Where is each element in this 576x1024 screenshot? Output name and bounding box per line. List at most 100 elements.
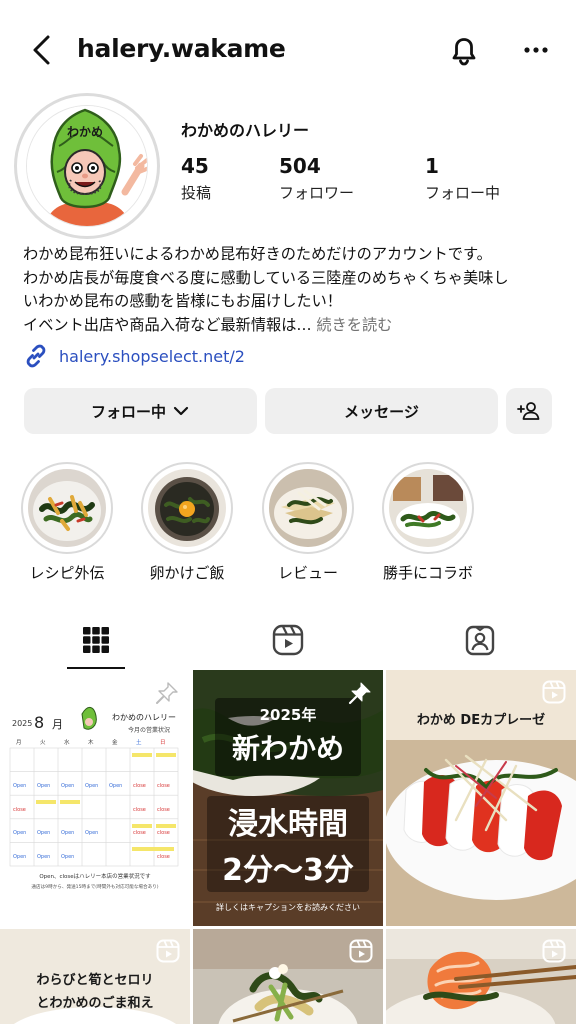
aemono-line2: とわかめのごま和え (36, 995, 153, 1011)
posts-count-label: 投稿 (181, 184, 212, 202)
more-horizontal-icon (524, 47, 548, 53)
post-bamboo-dish[interactable] (193, 929, 383, 1024)
svg-text:close: close (13, 807, 26, 813)
reels-icon (156, 939, 180, 963)
svg-text:Open: Open (109, 783, 122, 789)
profile-tabs (0, 612, 576, 670)
news-title: 新わかめ (232, 732, 344, 765)
news-caption: 詳しくはキャプションをお読みください (216, 902, 360, 912)
highlight-image (269, 469, 347, 547)
svg-text:Open: Open (37, 783, 50, 789)
calendar-weekday: 日 (160, 739, 166, 746)
calendar-weekday: 火 (40, 740, 46, 746)
tab-reels[interactable] (228, 612, 348, 668)
calendar-subtitle: 今月の営業状況 (128, 726, 170, 734)
svg-text:close: close (133, 807, 146, 813)
svg-text:close: close (157, 854, 170, 860)
tagged-person-icon (465, 625, 495, 656)
highlight-collab[interactable]: 勝手にコラボ (381, 462, 475, 582)
following-count-label: フォロー中 (425, 184, 501, 202)
highlight-label: レビュー (277, 564, 338, 582)
avatar: わかめ (26, 105, 148, 227)
post-caprese[interactable]: わかめ DEカプレーゼ (386, 670, 576, 926)
highlight-ring (262, 462, 354, 554)
svg-text:Open: Open (85, 830, 98, 836)
following-button-label: フォロー中 (90, 402, 166, 421)
calendar-weekday: 月 (16, 739, 22, 746)
highlight-tkg[interactable]: 卵かけご飯 (140, 462, 234, 582)
news-line2: 2分〜3分 (222, 853, 354, 888)
posts-count-value: 45 (181, 154, 209, 178)
svg-text:close: close (133, 830, 146, 836)
following-count-value: 1 (425, 154, 439, 178)
svg-text:close: close (157, 830, 170, 836)
post-new-wakame[interactable]: 2025年 新わかめ 浸水時間 2分〜3分 詳しくはキャプションをお読みください (193, 670, 383, 926)
news-line1: 浸水時間 (228, 807, 348, 842)
grid-icon (83, 627, 109, 653)
calendar-year: 2025 (12, 719, 32, 728)
highlight-ring (141, 462, 233, 554)
profile-link-text: halery.shopselect.net/2 (59, 346, 245, 366)
reels-icon (542, 939, 566, 963)
chevron-left-icon (33, 35, 50, 65)
active-tab-indicator (67, 667, 125, 669)
add-person-icon (517, 402, 540, 420)
tab-posts-grid[interactable] (36, 612, 156, 668)
bio-line: わかめ昆布狂いによるわかめ昆布好きのためだけのアカウントです。 (23, 245, 492, 263)
avatar-wakame-text: わかめ (67, 125, 103, 139)
news-year: 2025年 (260, 706, 317, 724)
calendar-month: 8 (34, 713, 44, 732)
back-button[interactable] (22, 30, 62, 70)
bell-icon (452, 38, 476, 66)
highlight-ring (382, 462, 474, 554)
svg-text:Open: Open (61, 783, 74, 789)
followers-count[interactable]: 504 フォロワー (279, 154, 354, 203)
following-count[interactable]: 1 フォロー中 (425, 154, 500, 203)
svg-text:Open: Open (13, 854, 26, 860)
profile-link[interactable]: halery.shopselect.net/2 (23, 343, 245, 369)
posts-count[interactable]: 45 投稿 (181, 154, 211, 203)
followers-count-label: フォロワー (279, 184, 355, 202)
pin-icon (348, 682, 371, 705)
caprese-title: わかめ DEカプレーゼ (417, 712, 545, 728)
bio-line: いわかめ昆布の感動を皆様にもお届けしたい！ (23, 292, 342, 310)
highlight-recipe[interactable]: レシピ外伝 (20, 462, 114, 582)
bio-line: イベント出店や商品入荷など最新情報は… (23, 315, 312, 334)
highlight-image (389, 469, 467, 547)
notifications-button[interactable] (444, 30, 484, 70)
highlight-image (28, 469, 106, 547)
calendar-legend: Open、closeはハレリー本店の営業状況です (39, 872, 151, 880)
post-calendar[interactable]: 2025 8 月 わかめのハレリー 今月の営業状況 月 火 水 木 金 土 日 (0, 670, 190, 926)
chevron-down-icon (173, 406, 189, 416)
posts-grid: 2025 8 月 わかめのハレリー 今月の営業状況 月 火 水 木 金 土 日 (0, 670, 576, 1024)
svg-text:close: close (133, 783, 146, 789)
post-aemono[interactable]: わらびと筍とセロリ とわかめのごま和え (0, 929, 190, 1024)
calendar-brand: わかめのハレリー (112, 713, 176, 722)
svg-text:close: close (157, 783, 170, 789)
suggest-people-button[interactable] (506, 388, 552, 434)
more-options-button[interactable] (516, 30, 556, 70)
calendar-weekday: 水 (64, 738, 70, 746)
highlight-label: レシピ外伝 (29, 564, 105, 582)
bio-line: わかめ店長が毎度食べる度に感動している三陸産のめちゃくちゃ美味し (23, 268, 509, 287)
svg-text:Open: Open (13, 830, 26, 836)
followers-count-value: 504 (279, 154, 321, 178)
bio-more-link[interactable]: 続きを読む (316, 316, 392, 334)
calendar-weekday: 金 (112, 738, 118, 746)
message-button-label: メッセージ (344, 402, 419, 421)
profile-username: halery.wakame (77, 34, 286, 63)
highlight-image (148, 469, 226, 547)
following-button[interactable]: フォロー中 (24, 388, 257, 434)
calendar-month-unit: 月 (52, 718, 63, 731)
post-salmon[interactable] (386, 929, 576, 1024)
svg-text:close: close (157, 807, 170, 813)
reels-icon (349, 939, 373, 963)
svg-text:Open: Open (61, 854, 74, 860)
svg-text:Open: Open (37, 854, 50, 860)
profile-avatar-ring[interactable]: わかめ (14, 93, 160, 239)
tab-tagged[interactable] (420, 612, 540, 668)
calendar-note: 通店は9時から、発送15時まで(時間外も対応可能な場合あり) (31, 883, 158, 890)
reels-icon (542, 680, 566, 704)
highlight-review[interactable]: レビュー (261, 462, 355, 582)
message-button[interactable]: メッセージ (265, 388, 498, 434)
